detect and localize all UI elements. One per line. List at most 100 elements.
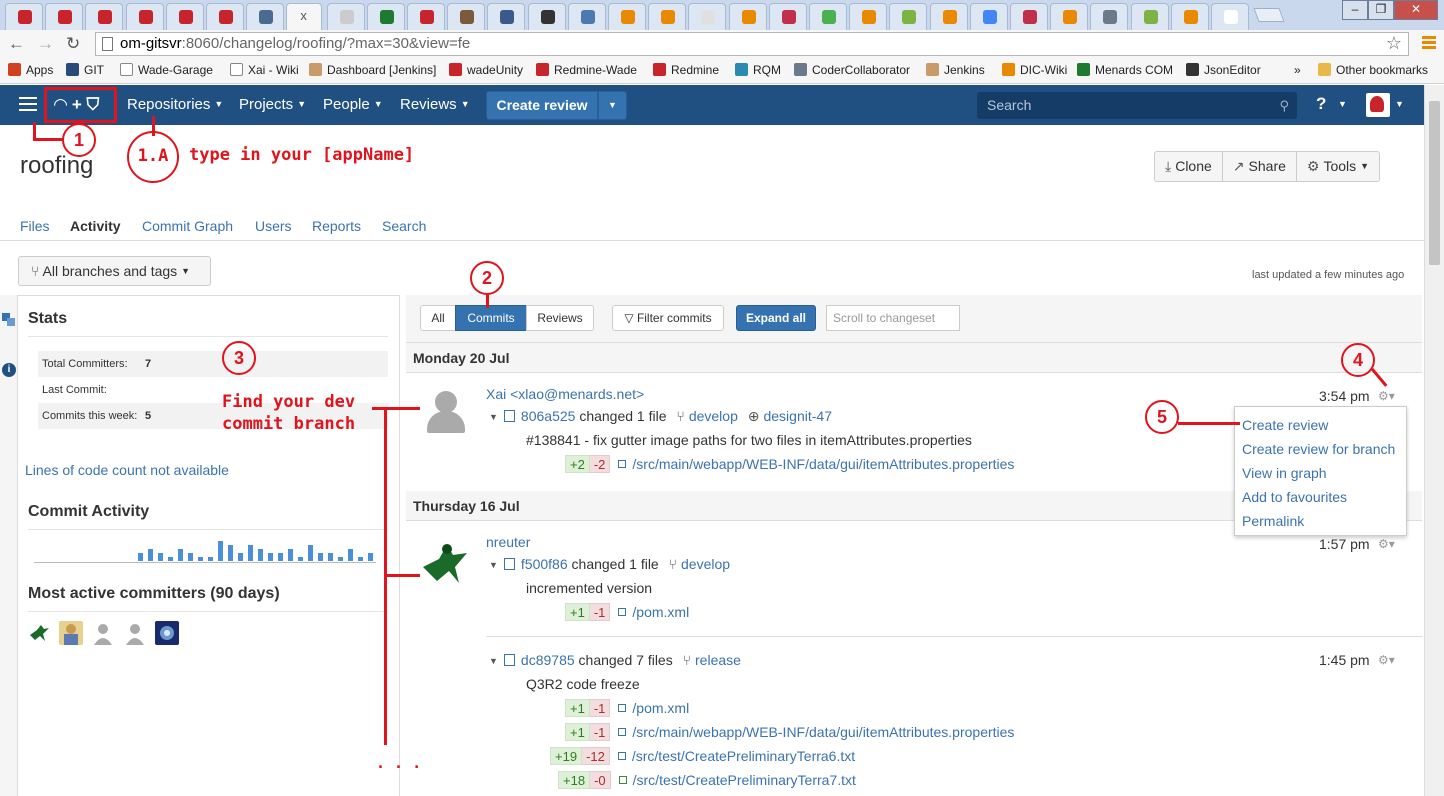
committer-avatar[interactable] bbox=[123, 621, 147, 645]
browser-tab[interactable] bbox=[1170, 3, 1209, 30]
address-bar[interactable]: om-gitsvr:8060/changelog/roofing/?max=30… bbox=[95, 32, 1409, 56]
browser-tab[interactable] bbox=[85, 3, 124, 30]
page-scrollbar[interactable] bbox=[1424, 85, 1444, 796]
file-path[interactable]: /src/test/CreatePreliminaryTerra7.txt bbox=[633, 772, 856, 788]
bookmark-item[interactable]: Wade-Garage bbox=[120, 63, 213, 77]
share-button[interactable]: ↗ Share bbox=[1222, 151, 1297, 182]
browser-tab[interactable]: x bbox=[286, 3, 323, 30]
browser-tab[interactable] bbox=[447, 3, 486, 30]
bookmark-item[interactable]: GIT bbox=[66, 63, 104, 77]
scroll-to-changeset-input[interactable]: Scroll to changeset bbox=[826, 305, 960, 331]
browser-tab[interactable] bbox=[889, 3, 928, 30]
browser-tab[interactable] bbox=[45, 3, 84, 30]
nav-projects[interactable]: Projects ▼ bbox=[239, 96, 306, 113]
back-arrow-icon[interactable]: ← bbox=[8, 34, 25, 54]
branch-link[interactable]: designit-47 bbox=[763, 408, 832, 424]
file-path[interactable]: /src/main/webapp/WEB-INF/data/gui/itemAt… bbox=[632, 456, 1014, 472]
branch-link[interactable]: develop bbox=[681, 556, 730, 572]
commit-author[interactable]: Xai <xlao@menards.net> bbox=[486, 386, 644, 402]
filter-reviews[interactable]: Reviews bbox=[526, 305, 594, 331]
tab-reports[interactable]: Reports bbox=[312, 218, 361, 234]
search-input[interactable]: Search ⚲ bbox=[977, 92, 1297, 119]
collapse-triangle-icon[interactable]: ▼ bbox=[489, 560, 498, 570]
maximize-button[interactable]: ❐ bbox=[1368, 0, 1394, 20]
menu-create-review[interactable]: Create review bbox=[1242, 417, 1328, 433]
menu-create-review-branch[interactable]: Create review for branch bbox=[1242, 441, 1395, 457]
file-path[interactable]: /src/main/webapp/WEB-INF/data/gui/itemAt… bbox=[632, 724, 1014, 740]
commit-gear-icon[interactable]: ⚙▾ bbox=[1378, 653, 1395, 667]
browser-tab[interactable] bbox=[366, 3, 405, 30]
bookmark-item[interactable]: Apps bbox=[8, 63, 53, 77]
browser-tab[interactable] bbox=[246, 3, 285, 30]
browser-tab[interactable] bbox=[809, 3, 847, 30]
filter-all[interactable]: All bbox=[420, 305, 456, 331]
nav-repositories[interactable]: Repositories ▼ bbox=[127, 96, 223, 113]
loc-note-link[interactable]: Lines of code count not available bbox=[25, 462, 229, 478]
browser-tab[interactable] bbox=[567, 3, 606, 30]
filter-commits-button[interactable]: ▽ Filter commits bbox=[612, 305, 724, 331]
bookmark-item[interactable]: DIC-Wiki bbox=[1002, 63, 1067, 77]
browser-tab[interactable] bbox=[407, 3, 445, 30]
reload-icon[interactable]: ↻ bbox=[66, 34, 80, 54]
committer-avatar[interactable] bbox=[27, 621, 51, 645]
commit-hash[interactable]: 806a525 bbox=[521, 408, 576, 424]
nav-reviews[interactable]: Reviews ▼ bbox=[400, 96, 470, 113]
browser-tab[interactable] bbox=[768, 3, 807, 30]
browser-tab[interactable] bbox=[1010, 3, 1048, 30]
menu-add-favourites[interactable]: Add to favourites bbox=[1242, 489, 1347, 505]
tab-users[interactable]: Users bbox=[255, 218, 292, 234]
branch-filter-button[interactable]: ⑂ All branches and tags ▼ bbox=[18, 256, 211, 286]
browser-tab[interactable] bbox=[527, 3, 566, 30]
browser-tab[interactable] bbox=[728, 3, 767, 30]
forward-arrow-icon[interactable]: → bbox=[37, 34, 54, 54]
browser-tab[interactable] bbox=[5, 3, 43, 30]
browser-tab[interactable] bbox=[608, 3, 646, 30]
chevron-down-icon[interactable]: ▼ bbox=[1338, 99, 1347, 109]
sidebar-toggle-icon[interactable] bbox=[2, 313, 16, 327]
scrollbar-thumb[interactable] bbox=[1429, 101, 1440, 265]
bookmark-item[interactable]: Xai - Wiki bbox=[230, 63, 299, 77]
nav-people[interactable]: People ▼ bbox=[323, 96, 383, 113]
browser-tab[interactable] bbox=[125, 3, 164, 30]
browser-menu-icon[interactable] bbox=[1422, 36, 1436, 51]
bookmark-item[interactable]: RQM bbox=[735, 63, 781, 77]
author-avatar[interactable] bbox=[421, 539, 469, 587]
browser-tab[interactable] bbox=[688, 3, 727, 30]
browser-tab[interactable] bbox=[206, 3, 244, 30]
close-window-button[interactable]: ✕ bbox=[1394, 0, 1438, 20]
collapse-triangle-icon[interactable]: ▼ bbox=[489, 656, 498, 666]
bookmark-item[interactable]: Jenkins bbox=[926, 63, 985, 77]
tools-button[interactable]: ⚙ Tools ▼ bbox=[1296, 151, 1381, 182]
committer-avatar[interactable] bbox=[59, 621, 83, 645]
bookmark-item[interactable]: Dashboard [Jenkins] bbox=[309, 63, 436, 77]
file-path[interactable]: /src/test/CreatePreliminaryTerra6.txt bbox=[632, 748, 855, 764]
bookmark-item[interactable]: Redmine bbox=[653, 63, 719, 77]
commit-author[interactable]: nreuter bbox=[486, 534, 530, 550]
browser-tab[interactable] bbox=[326, 3, 365, 30]
create-review-button[interactable]: Create review bbox=[486, 91, 598, 120]
commit-gear-icon[interactable]: ⚙▾ bbox=[1378, 389, 1395, 403]
browser-tab[interactable] bbox=[1211, 3, 1249, 30]
browser-tab[interactable] bbox=[849, 3, 888, 30]
commit-hash[interactable]: f500f86 bbox=[521, 556, 568, 572]
menu-permalink[interactable]: Permalink bbox=[1242, 513, 1304, 529]
bookmark-item[interactable]: Menards COM bbox=[1077, 63, 1173, 77]
other-bookmarks[interactable]: Other bookmarks bbox=[1318, 63, 1428, 77]
app-logo[interactable]: ◠ + ⛉ bbox=[54, 95, 108, 115]
create-review-dropdown[interactable]: ▼ bbox=[598, 91, 627, 120]
browser-tab[interactable] bbox=[929, 3, 968, 30]
hamburger-menu-icon[interactable] bbox=[19, 97, 37, 115]
committer-avatar[interactable] bbox=[91, 621, 115, 645]
new-tab-button[interactable] bbox=[1253, 8, 1285, 22]
info-icon[interactable]: i bbox=[2, 363, 16, 377]
bookmark-item[interactable]: JsonEditor bbox=[1186, 63, 1261, 77]
browser-tab[interactable] bbox=[165, 3, 204, 30]
committer-avatar[interactable] bbox=[155, 621, 179, 645]
file-path[interactable]: /pom.xml bbox=[632, 700, 689, 716]
filter-commits[interactable]: Commits bbox=[455, 305, 527, 331]
branch-link[interactable]: develop bbox=[689, 408, 738, 424]
close-tab-icon[interactable]: x bbox=[300, 8, 307, 23]
tab-activity[interactable]: Activity bbox=[70, 218, 121, 234]
bookmark-item[interactable]: wadeUnity bbox=[449, 63, 523, 77]
browser-tab[interactable] bbox=[969, 3, 1008, 30]
